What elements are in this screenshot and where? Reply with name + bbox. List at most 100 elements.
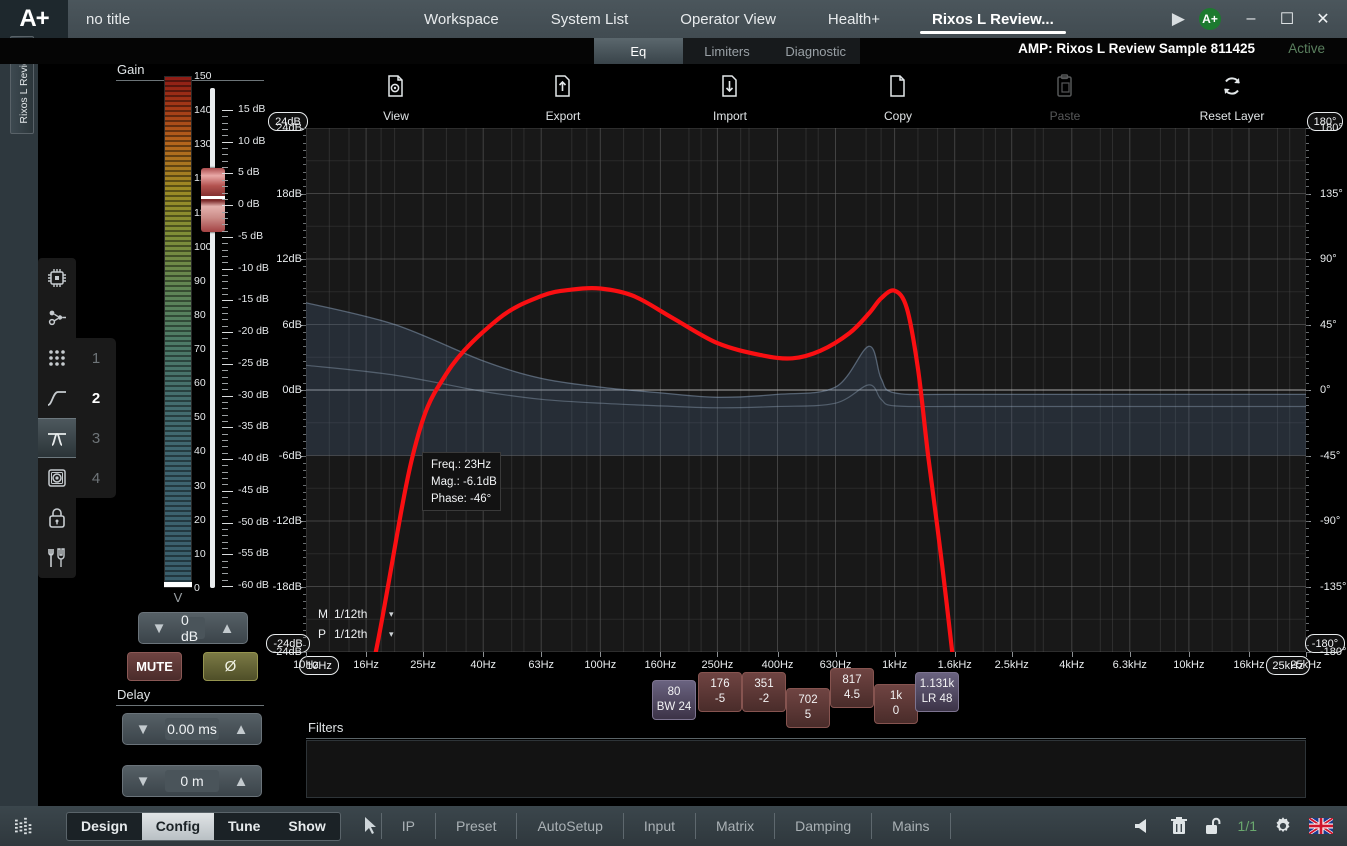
sub-bar: Eq Limiters Diagnostic AMP: Rixos L Review… bbox=[0, 38, 1347, 64]
delay-time-value[interactable]: 0.00 ms bbox=[165, 718, 219, 740]
channel-3-button[interactable]: 3 bbox=[76, 418, 116, 458]
unlock-icon[interactable] bbox=[1204, 816, 1222, 836]
menu-item-rixos-l-review[interactable]: Rixos L Review... bbox=[906, 0, 1080, 38]
gear-icon[interactable] bbox=[1273, 816, 1293, 836]
gain-section-title: Gain bbox=[117, 62, 145, 77]
freq-tick-label: 25Hz bbox=[410, 659, 436, 671]
speaker-icon bbox=[48, 469, 66, 487]
filter-band-freq: 351 bbox=[754, 678, 774, 690]
menu-item-workspace[interactable]: Workspace bbox=[398, 0, 525, 38]
eq-response-plot[interactable]: Freq.: 23Hz Mag.: -6.1dB Phase: -46° bbox=[306, 128, 1306, 652]
filter-band-button[interactable]: 817 4.5 bbox=[830, 668, 874, 708]
mute-button[interactable]: MUTE bbox=[127, 652, 182, 681]
filter-band-button[interactable]: 1k 0 bbox=[874, 684, 918, 724]
delay-distance-value[interactable]: 0 m bbox=[165, 770, 219, 792]
toolbar-import-button[interactable]: Import bbox=[682, 72, 778, 123]
freq-tick-label: 63Hz bbox=[528, 659, 555, 671]
toolbar-copy-button[interactable]: Copy bbox=[850, 72, 946, 123]
rail-chip-button[interactable] bbox=[38, 258, 76, 298]
delay-distance-decrement-button[interactable]: ▼ bbox=[123, 773, 163, 790]
nav-ip-button[interactable]: IP bbox=[384, 818, 433, 834]
gain-increment-button[interactable]: ▲ bbox=[207, 620, 247, 637]
menu-item-operator-view[interactable]: Operator View bbox=[654, 0, 802, 38]
tab-diagnostic[interactable]: Diagnostic bbox=[771, 38, 860, 64]
levels-icon bbox=[15, 817, 32, 835]
delay-time-decrement-button[interactable]: ▼ bbox=[123, 721, 163, 738]
fader-tick: 0 dB bbox=[238, 198, 260, 211]
nav-autosetup-button[interactable]: AutoSetup bbox=[519, 818, 620, 834]
delay-time-increment-button[interactable]: ▲ bbox=[221, 721, 261, 738]
nav-damping-button[interactable]: Damping bbox=[777, 818, 869, 834]
nav-mains-button[interactable]: Mains bbox=[874, 818, 947, 834]
toolbar-reset-layer-button[interactable]: Reset Layer bbox=[1184, 72, 1280, 123]
filter-band-button[interactable]: 351 -2 bbox=[742, 672, 786, 712]
toolbar-view-button[interactable]: View bbox=[348, 72, 444, 123]
menu-item-health[interactable]: Health+ bbox=[802, 0, 906, 38]
filter-band-freq: 1.131k bbox=[919, 678, 955, 690]
mode-show-button[interactable]: Show bbox=[274, 813, 339, 840]
magnitude-axis: 24dB 18dB 12dB 6dB 0dB -6dB -12dB -18dB -24dB bbox=[262, 122, 306, 658]
filter-band-button[interactable]: 1.131k LR 48 bbox=[915, 672, 959, 712]
chevron-down-icon[interactable]: ▾ bbox=[389, 609, 394, 620]
delay-distance-increment-button[interactable]: ▲ bbox=[221, 773, 261, 790]
nav-input-button[interactable]: Input bbox=[626, 818, 693, 834]
toolbar-paste-button[interactable]: Paste bbox=[1017, 72, 1113, 123]
minimize-button[interactable]: – bbox=[1233, 0, 1269, 38]
copy-icon bbox=[890, 75, 905, 97]
rail-speaker-button[interactable] bbox=[38, 458, 76, 498]
app-window: A+ no title Workspace System List Operator… bbox=[0, 0, 1347, 846]
maximize-button[interactable]: ☐ bbox=[1269, 0, 1305, 38]
gain-value[interactable]: 0 dB bbox=[181, 612, 205, 644]
tab-eq[interactable]: Eq bbox=[594, 38, 683, 64]
rail-eq-curve-button[interactable] bbox=[38, 418, 76, 458]
voltage-tick: 80 bbox=[194, 308, 206, 321]
reset-icon bbox=[1224, 77, 1240, 95]
filter-band-freq: 817 bbox=[842, 674, 862, 686]
filter-band-button[interactable]: 176 -5 bbox=[698, 672, 742, 712]
gain-decrement-button[interactable]: ▼ bbox=[139, 620, 179, 637]
chevron-down-icon[interactable]: ▾ bbox=[389, 629, 394, 640]
voltage-tick: 100 bbox=[194, 240, 212, 253]
trash-icon[interactable] bbox=[1170, 816, 1188, 836]
filter-band-freq: 80 bbox=[667, 686, 681, 698]
mode-config-button[interactable]: Config bbox=[141, 812, 215, 840]
fader-tick: 15 dB bbox=[238, 103, 266, 115]
tab-limiters[interactable]: Limiters bbox=[683, 38, 772, 64]
tools-icon bbox=[48, 548, 65, 567]
nav-preset-button[interactable]: Preset bbox=[438, 818, 514, 834]
filter-band-button[interactable]: 80 BW 24 bbox=[652, 680, 696, 720]
polarity-invert-button[interactable]: Ø bbox=[203, 652, 258, 681]
delay-distance-stepper[interactable]: ▼ 0 m ▲ bbox=[122, 765, 262, 797]
play-button[interactable]: ▶ bbox=[1158, 0, 1199, 38]
flag-uk-icon[interactable] bbox=[1309, 818, 1333, 834]
phase-resolution-select[interactable]: P 1/12th ▾ bbox=[318, 624, 394, 644]
menu-item-system-list[interactable]: System List bbox=[525, 0, 655, 38]
eq-tab-strip: Eq Limiters Diagnostic bbox=[594, 38, 860, 64]
gain-fader-track[interactable] bbox=[210, 88, 215, 588]
pointer-icon[interactable] bbox=[363, 816, 379, 836]
delay-divider bbox=[116, 705, 264, 706]
delay-time-stepper[interactable]: ▼ 0.00 ms ▲ bbox=[122, 713, 262, 745]
audio-output-icon[interactable] bbox=[1134, 817, 1154, 835]
filter-band-button[interactable]: 702 5 bbox=[786, 688, 830, 728]
rail-limiter-curve-button[interactable] bbox=[38, 378, 76, 418]
phase-tick-label: 90° bbox=[1320, 253, 1337, 265]
magnitude-resolution-select[interactable]: M 1/12th ▾ bbox=[318, 604, 394, 624]
filters-list-panel[interactable] bbox=[306, 740, 1306, 798]
rail-matrix-grid-button[interactable] bbox=[38, 338, 76, 378]
channel-1-button[interactable]: 1 bbox=[76, 338, 116, 378]
freq-tick-label: 10kHz bbox=[1173, 659, 1205, 671]
phase-tick-label: 0° bbox=[1320, 384, 1331, 396]
rail-lock-button[interactable] bbox=[38, 498, 76, 538]
rail-routing-button[interactable] bbox=[38, 298, 76, 338]
close-button[interactable]: ✕ bbox=[1305, 0, 1341, 38]
nav-matrix-button[interactable]: Matrix bbox=[698, 818, 772, 834]
channel-4-button[interactable]: 4 bbox=[76, 458, 116, 498]
gain-stepper[interactable]: ▼ 0 dB ▲ bbox=[138, 612, 248, 644]
mode-tune-button[interactable]: Tune bbox=[214, 813, 274, 840]
rail-tools-button[interactable] bbox=[38, 538, 76, 578]
toolbar-export-button[interactable]: Export bbox=[515, 72, 611, 123]
eq-toolbar: View Export Import Copy Paste Reset Layer bbox=[306, 72, 1306, 123]
mode-design-button[interactable]: Design bbox=[67, 813, 142, 840]
channel-2-button[interactable]: 2 bbox=[76, 378, 116, 418]
